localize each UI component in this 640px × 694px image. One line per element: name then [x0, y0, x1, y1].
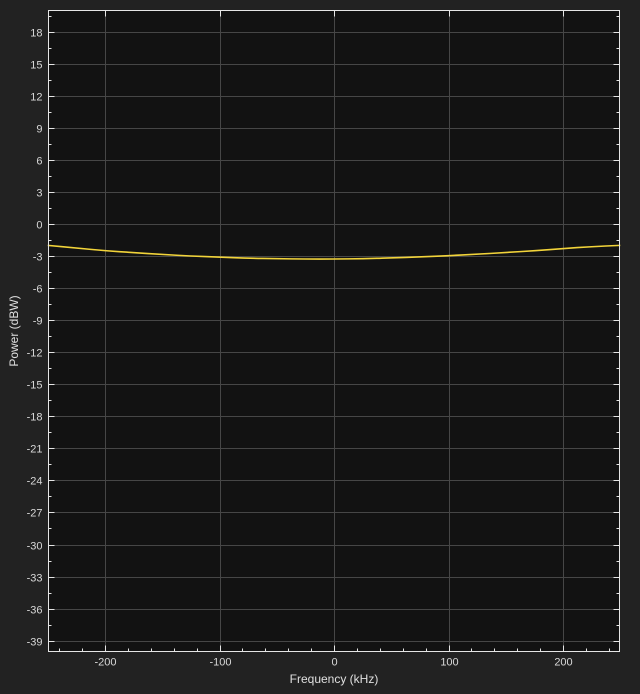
- y-tick-label: -36: [27, 605, 43, 617]
- y-tick-label: -30: [27, 541, 43, 553]
- y-tick-label: -39: [27, 637, 43, 649]
- y-tick-label: -27: [27, 508, 43, 520]
- y-tick-label: -18: [27, 412, 43, 424]
- x-tick-label: -100: [209, 657, 231, 669]
- x-tick-label: -200: [94, 657, 116, 669]
- y-tick-label: 12: [30, 92, 42, 104]
- x-tick-label: 0: [331, 657, 337, 669]
- spectrum-chart: -200 -100 0 100 200 18 15 12 9 6 3 0 -3 -6 -9 -12 -15 -18…: [7, 10, 621, 686]
- y-tick-label: -15: [27, 380, 43, 392]
- y-tick-label: 9: [36, 124, 42, 136]
- y-tick-label: -33: [27, 573, 43, 585]
- y-tick-label: 3: [36, 188, 42, 200]
- y-tick-label: 6: [36, 156, 42, 168]
- y-tick-label: -24: [27, 476, 43, 488]
- x-axis-label: Frequency (kHz): [290, 672, 379, 686]
- y-tick-label: 0: [36, 220, 42, 232]
- y-tick-label: -3: [33, 252, 43, 264]
- y-tick-label: 18: [30, 28, 42, 40]
- y-tick-label: 15: [30, 60, 42, 72]
- y-tick-label: -9: [33, 316, 43, 328]
- y-tick-label: -6: [33, 284, 43, 296]
- x-tick-label: 200: [554, 657, 572, 669]
- x-tick-label: 100: [440, 657, 458, 669]
- y-tick-label: -12: [27, 348, 43, 360]
- y-tick-label: -21: [27, 444, 43, 456]
- y-axis-label: Power (dBW): [7, 295, 21, 366]
